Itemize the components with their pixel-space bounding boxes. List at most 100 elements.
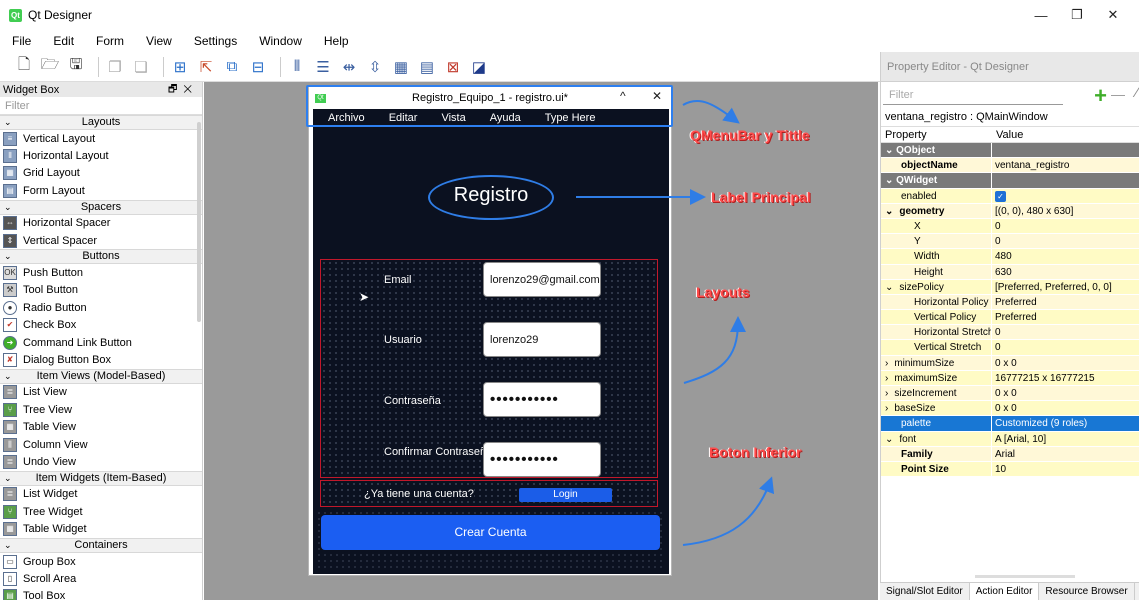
confirm-password-field[interactable]: ••••••••••• (483, 442, 601, 477)
property-value[interactable]: 16777215 x 16777215 (992, 371, 1139, 385)
property-row[interactable]: Family Arial (881, 446, 1139, 462)
property-value[interactable]: [Preferred, Preferred, 0, 0] (992, 280, 1139, 294)
menu-edit[interactable]: Edit (53, 34, 74, 48)
property-row[interactable]: ⌄ font A [Arial, 10] (881, 431, 1139, 447)
category-item-views[interactable]: ⌄ Item Views (Model-Based) (0, 368, 202, 384)
property-row[interactable]: enabled ✓ (881, 188, 1139, 204)
property-value[interactable] (992, 173, 1139, 187)
widget-table-view[interactable]: ▦ Table View (0, 418, 202, 435)
property-row[interactable]: Horizontal Stretch 0 (881, 325, 1139, 341)
property-value[interactable] (992, 143, 1139, 157)
password-field[interactable]: ••••••••••• (483, 382, 601, 417)
layout-grid-icon[interactable]: ▦ (391, 57, 411, 77)
layout-horizontal-icon[interactable]: ⫴ (287, 57, 307, 77)
widget-table-widget[interactable]: ▦ Table Widget (0, 520, 202, 537)
tab-resource-browser[interactable]: Resource Browser (1039, 583, 1135, 600)
widget-list-view[interactable]: ≣ List View (0, 384, 202, 401)
property-row[interactable]: › sizeIncrement 0 x 0 (881, 386, 1139, 402)
property-row[interactable]: Vertical Stretch 0 (881, 340, 1139, 356)
property-value[interactable]: ventana_registro (992, 158, 1139, 172)
edit-signals-icon[interactable]: ⇱ (196, 57, 216, 77)
property-row[interactable]: ⌄ QWidget (881, 173, 1139, 189)
property-row[interactable]: › maximumSize 16777215 x 16777215 (881, 370, 1139, 386)
password-label[interactable]: Contraseña (384, 395, 441, 407)
widget-scroll-area[interactable]: ▯ Scroll Area (0, 570, 202, 587)
widget-command-link[interactable]: ➜ Command Link Button (0, 334, 202, 351)
property-value[interactable]: 0 (992, 325, 1139, 339)
widget-grid-layout[interactable]: ▦ Grid Layout (0, 165, 202, 182)
property-value[interactable]: 0 (992, 340, 1139, 354)
property-value[interactable]: ✓ (992, 189, 1139, 203)
expand-chevron-icon[interactable]: › (885, 403, 888, 414)
paste-icon[interactable]: ❏ (131, 57, 151, 77)
open-file-icon[interactable]: 🗁 (40, 56, 60, 77)
create-account-button[interactable]: Crear Cuenta (321, 515, 660, 550)
menu-window[interactable]: Window (259, 34, 302, 48)
widget-tool-button[interactable]: ⚒ Tool Button (0, 282, 202, 299)
property-row[interactable]: ⌄ geometry [(0, 0), 480 x 630] (881, 203, 1139, 219)
property-row[interactable]: › baseSize 0 x 0 (881, 401, 1139, 417)
break-layout-icon[interactable]: ⊠ (443, 57, 463, 77)
widget-list-widget[interactable]: ≣ List Widget (0, 486, 202, 503)
save-icon[interactable]: 🖫 (66, 56, 86, 77)
add-property-icon[interactable]: + (1094, 83, 1107, 109)
property-row[interactable]: ⌄ sizePolicy [Preferred, Preferred, 0, 0] (881, 279, 1139, 295)
remove-property-icon[interactable]: — (1111, 86, 1125, 102)
property-row[interactable]: objectName ventana_registro (881, 158, 1139, 174)
property-row[interactable]: ⌄ QObject (881, 143, 1139, 159)
layout-v-splitter-icon[interactable]: ⇳ (365, 57, 385, 77)
property-value[interactable]: Preferred (992, 295, 1139, 309)
property-value[interactable]: 0 (992, 234, 1139, 248)
property-value[interactable]: A [Arial, 10] (992, 432, 1139, 446)
property-row[interactable]: Height 630 (881, 264, 1139, 280)
usuario-label[interactable]: Usuario (384, 334, 422, 346)
category-buttons[interactable]: ⌄ Buttons (0, 249, 202, 265)
property-value[interactable]: 630 (992, 265, 1139, 279)
email-label[interactable]: Email (384, 274, 412, 286)
expand-chevron-icon[interactable]: ⌄ (885, 434, 893, 445)
property-value[interactable]: 0 x 0 (992, 356, 1139, 370)
layout-form-icon[interactable]: ▤ (417, 57, 437, 77)
maximize-button[interactable]: ❐ (1059, 7, 1095, 23)
property-row[interactable]: Vertical Policy Preferred (881, 310, 1139, 326)
category-layouts[interactable]: ⌄ Layouts (0, 115, 202, 130)
property-value[interactable]: 0 x 0 (992, 386, 1139, 400)
minimize-button[interactable]: — (1023, 8, 1059, 23)
property-row[interactable]: Point Size 10 (881, 461, 1139, 478)
property-row[interactable]: palette Customized (9 roles) (881, 416, 1139, 432)
property-row[interactable]: Width 480 (881, 249, 1139, 265)
expand-chevron-icon[interactable]: ⌄ (885, 206, 893, 217)
layout-h-splitter-icon[interactable]: ⇹ (339, 57, 359, 77)
tab-action-editor[interactable]: Action Editor (969, 583, 1040, 600)
menu-form[interactable]: Form (96, 34, 124, 48)
widget-radio-button[interactable]: ● Radio Button (0, 299, 202, 316)
widget-column-view[interactable]: ⫼ Column View (0, 436, 202, 453)
property-row[interactable]: Horizontal Policy Preferred (881, 294, 1139, 311)
widget-tree-view[interactable]: ⑂ Tree View (0, 401, 202, 418)
usuario-field[interactable]: lorenzo29 (483, 322, 601, 357)
property-row[interactable]: › minimumSize 0 x 0 (881, 355, 1139, 371)
email-field[interactable]: lorenzo29@gmail.com (483, 262, 601, 297)
expand-chevron-icon[interactable]: › (885, 373, 888, 384)
widget-vertical-spacer[interactable]: ⇕ Vertical Spacer (0, 232, 202, 249)
property-value[interactable]: 480 (992, 249, 1139, 263)
widget-tool-box[interactable]: ▤ Tool Box (0, 588, 202, 600)
menu-help[interactable]: Help (324, 34, 349, 48)
copy-icon[interactable]: ❐ (105, 57, 125, 77)
category-spacers[interactable]: ⌄ Spacers (0, 199, 202, 215)
edit-buddies-icon[interactable]: ⧉ (222, 57, 242, 77)
property-value[interactable]: Customized (9 roles) (992, 416, 1139, 430)
layout-vertical-icon[interactable]: ☰ (313, 57, 333, 77)
widget-undo-view[interactable]: ≣ Undo View (0, 453, 202, 470)
property-value[interactable]: Preferred (992, 310, 1139, 324)
account-question-label[interactable]: ¿Ya tiene una cuenta? (364, 488, 474, 500)
property-filter-input[interactable]: Filter (883, 85, 1063, 105)
widget-horizontal-spacer[interactable]: ⇔ Horizontal Spacer (0, 215, 202, 232)
menu-file[interactable]: File (12, 34, 31, 48)
close-button[interactable]: ✕ (1095, 7, 1131, 23)
menu-view[interactable]: View (146, 34, 172, 48)
category-containers[interactable]: ⌄ Containers (0, 537, 202, 553)
widget-box-scrollbar[interactable] (197, 122, 201, 322)
edit-widgets-icon[interactable]: ⊞ (170, 57, 190, 77)
login-button[interactable]: Login (519, 488, 612, 502)
